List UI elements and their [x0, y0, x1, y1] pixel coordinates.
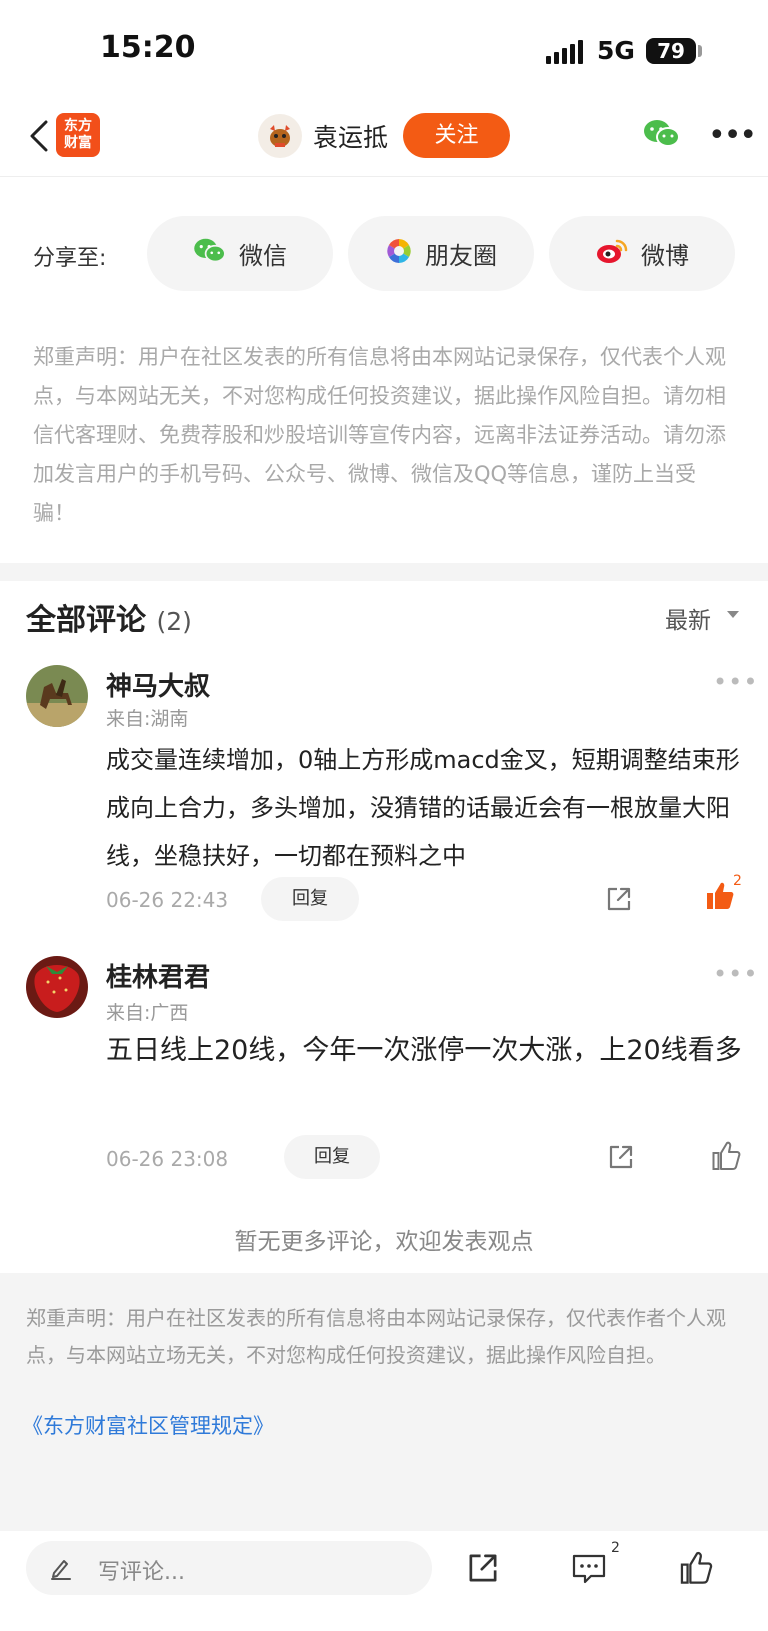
- comment-more-icon[interactable]: •••: [713, 668, 758, 696]
- pen-icon: [48, 1555, 74, 1585]
- wechat-share-icon[interactable]: [643, 118, 681, 154]
- comment-time: 06-26 23:08: [106, 1147, 229, 1171]
- share-icon[interactable]: [607, 1143, 635, 1175]
- wechat-icon: [193, 237, 227, 271]
- share-weibo-label: 微博: [641, 242, 689, 270]
- follow-button[interactable]: 关注: [403, 113, 510, 158]
- share-moments-label: 朋友圈: [425, 242, 497, 270]
- signal-icon: [546, 40, 583, 64]
- no-more-comments: 暂无更多评论，欢迎发表观点: [234, 1229, 534, 1255]
- disclaimer-text: 郑重声明：用户在社区发表的所有信息将由本网站记录保存，仅代表个人观点，与本网站无…: [33, 345, 726, 525]
- weibo-icon: [595, 237, 629, 271]
- comment-location: 来自:湖南: [106, 708, 189, 730]
- author-name[interactable]: 袁运抵: [313, 118, 388, 154]
- comments-title-label: 全部评论: [26, 603, 146, 638]
- status-time: 15:20: [100, 30, 196, 65]
- avatar[interactable]: [26, 956, 88, 1018]
- write-comment-placeholder[interactable]: 写评论...: [98, 1554, 185, 1586]
- share-icon[interactable]: [466, 1551, 500, 1589]
- write-comment-input[interactable]: [26, 1541, 432, 1595]
- reply-button[interactable]: 回复: [284, 1135, 380, 1179]
- more-icon[interactable]: •••: [708, 118, 757, 153]
- network-type: 5G: [597, 36, 635, 65]
- sort-dropdown[interactable]: 最新: [665, 601, 711, 635]
- back-icon[interactable]: [22, 118, 58, 154]
- app-logo[interactable]: 东方 财富: [56, 113, 100, 157]
- nav-divider: [0, 176, 768, 177]
- share-moments-button[interactable]: 朋友圈: [348, 216, 534, 291]
- comment-text: 成交量连续增加，0轴上方形成macd金叉，短期调整结束形成向上合力，多头增加，没…: [106, 746, 740, 870]
- comment-location: 来自:广西: [106, 1002, 189, 1024]
- share-wechat-button[interactable]: 微信: [147, 216, 333, 291]
- share-label: 分享至:: [33, 246, 107, 271]
- share-weibo-button[interactable]: 微博: [549, 216, 735, 291]
- comments-title: 全部评论 (2): [26, 595, 192, 639]
- section-divider: [0, 563, 768, 581]
- share-wechat-label: 微信: [239, 242, 287, 270]
- comment-more-icon[interactable]: •••: [713, 960, 758, 988]
- moments-icon: [385, 237, 413, 271]
- battery-tip: [698, 45, 702, 57]
- reply-button[interactable]: 回复: [261, 877, 359, 921]
- comment-author[interactable]: 神马大叔: [106, 666, 210, 703]
- like-count: 2: [733, 873, 742, 889]
- comment-count-badge: 2: [611, 1540, 620, 1556]
- author-avatar[interactable]: [258, 114, 302, 158]
- thumb-up-icon[interactable]: [711, 1140, 741, 1176]
- comment-icon[interactable]: [571, 1552, 607, 1590]
- thumb-up-icon[interactable]: [679, 1550, 713, 1590]
- battery-icon: 79: [646, 38, 696, 64]
- community-rules-link[interactable]: 《东方财富社区管理规定》: [22, 1410, 274, 1440]
- comment-author[interactable]: 桂林君君: [106, 957, 210, 994]
- avatar[interactable]: [26, 665, 88, 727]
- comment-text: 五日线上20线，今年一次涨停一次大涨，上20线看多: [106, 1035, 742, 1066]
- comment-time: 06-26 22:43: [106, 888, 229, 912]
- share-icon[interactable]: [605, 885, 633, 917]
- comments-count: (2): [156, 607, 192, 636]
- caret-down-icon[interactable]: [727, 611, 739, 618]
- thumb-up-icon[interactable]: [705, 880, 735, 916]
- footer-disclaimer: 郑重声明：用户在社区发表的所有信息将由本网站记录保存，仅代表作者个人观点，与本网…: [26, 1306, 726, 1367]
